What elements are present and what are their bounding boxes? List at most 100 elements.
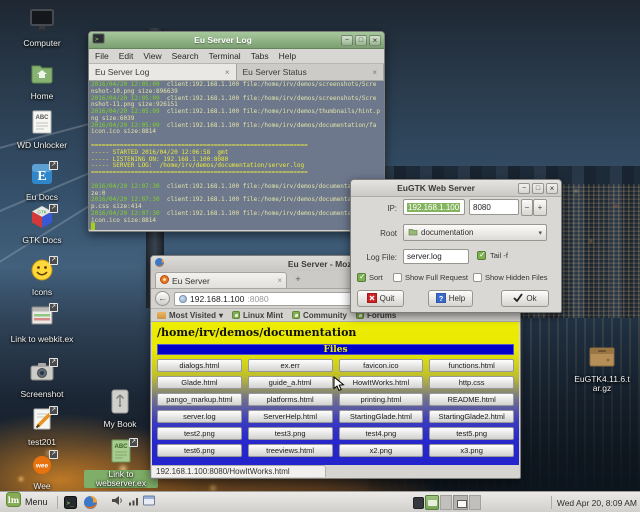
port-field[interactable]: 8080: [469, 199, 519, 215]
file-link-button[interactable]: test5.png: [429, 427, 514, 440]
file-link-button[interactable]: test3.png: [248, 427, 333, 440]
web-server-dialog: EuGTK Web Server IP: 192.168.1.100 8080 …: [350, 179, 562, 313]
tab-close-icon[interactable]: ×: [225, 68, 230, 77]
terminal-launcher[interactable]: >_: [64, 496, 77, 509]
menu-item[interactable]: Tabs: [251, 51, 269, 61]
bookmark-linux-mint[interactable]: Linux Mint: [232, 311, 283, 320]
file-link-button[interactable]: http.css: [429, 376, 514, 389]
ip-field[interactable]: 192.168.1.100: [403, 199, 465, 215]
file-link-button[interactable]: test2.png: [157, 427, 242, 440]
root-folder-dropdown[interactable]: documentation: [403, 224, 547, 241]
new-tab-button[interactable]: +: [290, 274, 306, 286]
desktop-icon-wd-unlocker[interactable]: ABC WD Unlocker: [14, 112, 70, 150]
minimize-button[interactable]: [341, 35, 353, 46]
desktop-icon-home[interactable]: Home: [14, 63, 70, 101]
mint-leaf-icon: [292, 311, 300, 319]
network-signal-icon[interactable]: [128, 493, 139, 511]
menu-item[interactable]: View: [143, 51, 161, 61]
desktop-icon-link-to-webkit[interactable]: Link to webkit.ex: [9, 306, 75, 344]
clock[interactable]: Wed Apr 20, 8:09 AM: [557, 492, 637, 512]
menu-item[interactable]: Edit: [119, 51, 134, 61]
tab-eu-server-log[interactable]: Eu Server Log×: [89, 64, 237, 80]
desktop-icon-eugtk-archive[interactable]: EuGTK4.11.6.tar.gz: [572, 346, 632, 393]
file-link-button[interactable]: StartingGlade.html: [339, 410, 424, 423]
terminal-titlebar[interactable]: > Eu Server Log: [89, 32, 384, 49]
file-link-button[interactable]: ex.err: [248, 359, 333, 372]
file-link-button[interactable]: favicon.ico: [339, 359, 424, 372]
port-increment-button[interactable]: +: [533, 199, 547, 216]
menu-button[interactable]: lm Menu: [0, 492, 54, 512]
desktop-icon-screenshot[interactable]: Screenshot: [14, 361, 70, 399]
file-link-button[interactable]: test6.png: [157, 444, 242, 457]
workspace-1[interactable]: [440, 495, 452, 510]
hidden-files-checkbox[interactable]: [473, 273, 482, 282]
file-link-button[interactable]: Glade.html: [157, 376, 242, 389]
page-title: /home/irv/demos/documentation: [157, 326, 514, 339]
desktop-icon-test201[interactable]: test201: [14, 409, 70, 447]
desktop-icon-link-to-webserver[interactable]: ABC Link to webserver.ex: [84, 441, 158, 488]
window-list-active-folder[interactable]: [425, 495, 439, 510]
file-link-button[interactable]: x2.png: [339, 444, 424, 457]
file-link-button[interactable]: printing.html: [339, 393, 424, 406]
file-link-button[interactable]: treeviews.html: [248, 444, 333, 457]
firefox-launcher[interactable]: [83, 495, 98, 510]
full-request-checkbox[interactable]: [393, 273, 402, 282]
archive-icon: [588, 343, 616, 374]
file-link-button[interactable]: guide_a.html: [248, 376, 333, 389]
dialog-titlebar[interactable]: EuGTK Web Server: [351, 180, 561, 197]
desktop-icon-my-book[interactable]: My Book: [92, 391, 148, 429]
file-link-button[interactable]: server.log: [157, 410, 242, 423]
terminal-tabbar: Eu Server Log× Eu Server Status×: [89, 64, 384, 81]
port-decrement-button[interactable]: −: [521, 199, 533, 216]
menu-item[interactable]: Search: [172, 51, 199, 61]
file-link-button[interactable]: functions.html: [429, 359, 514, 372]
desktop-icon-computer[interactable]: Computer: [14, 10, 70, 48]
divider: [551, 496, 552, 509]
file-link-button[interactable]: ServerHelp.html: [248, 410, 333, 423]
file-link-button[interactable]: pango_markup.html: [157, 393, 242, 406]
bookmark-most-visited[interactable]: Most Visited: [157, 311, 223, 320]
file-link-button[interactable]: dialogs.html: [157, 359, 242, 372]
file-link-button[interactable]: README.html: [429, 393, 514, 406]
quit-button[interactable]: Quit: [357, 290, 404, 307]
close-button[interactable]: [546, 183, 558, 194]
terminal-icon: >: [92, 31, 105, 49]
terminal-output[interactable]: 2016/04/20 12:05:09 client:192.168.1.100…: [89, 81, 384, 230]
menu-item[interactable]: Terminal: [209, 51, 241, 61]
desktop-icon-eu-docs[interactable]: E Eu Docs: [14, 164, 70, 202]
help-button[interactable]: ? Help: [428, 290, 473, 307]
tab-close-icon[interactable]: ×: [372, 68, 377, 77]
tab-eu-server-status[interactable]: Eu Server Status×: [237, 64, 385, 80]
back-button[interactable]: [155, 291, 170, 306]
file-link-button[interactable]: test4.png: [339, 427, 424, 440]
sort-checkbox[interactable]: [357, 273, 366, 282]
workspace-3[interactable]: [469, 495, 481, 510]
minimize-button[interactable]: [518, 183, 530, 194]
workspace-2[interactable]: [453, 495, 468, 510]
file-link-button[interactable]: platforms.html: [248, 393, 333, 406]
tail-checkbox[interactable]: [477, 251, 486, 260]
maximize-button[interactable]: [355, 35, 367, 46]
close-button[interactable]: [369, 35, 381, 46]
desktop-icon-wee[interactable]: wee Wee: [14, 453, 70, 491]
window-list-terminal[interactable]: [413, 497, 424, 509]
logfile-field[interactable]: server.log: [403, 249, 469, 264]
file-link-button[interactable]: x3.png: [429, 444, 514, 457]
file-link-button[interactable]: HowItWorks.html: [339, 376, 424, 389]
browser-tab-eu-server[interactable]: Eu Server ×: [155, 272, 287, 288]
display-tray-icon[interactable]: [143, 493, 155, 511]
page-favicon: [160, 275, 169, 286]
file-link-button[interactable]: StartingGlade2.html: [429, 410, 514, 423]
desktop: Computer Home ABC WD Unlocker E Eu Docs …: [0, 0, 640, 512]
menu-item[interactable]: File: [95, 51, 109, 61]
desktop-icon-icons[interactable]: Icons: [14, 259, 70, 297]
menu-item[interactable]: Help: [279, 51, 296, 61]
bookmark-community[interactable]: Community: [292, 311, 347, 320]
desktop-icon-gtk-docs[interactable]: GTK GTK Docs: [14, 207, 70, 245]
maximize-button[interactable]: [532, 183, 544, 194]
svg-text:>_: >_: [66, 500, 74, 507]
tab-close-icon[interactable]: ×: [277, 276, 282, 285]
ok-button[interactable]: Ok: [501, 290, 549, 307]
url-host: 192.168.1.100: [190, 294, 244, 304]
volume-icon[interactable]: [111, 493, 124, 511]
